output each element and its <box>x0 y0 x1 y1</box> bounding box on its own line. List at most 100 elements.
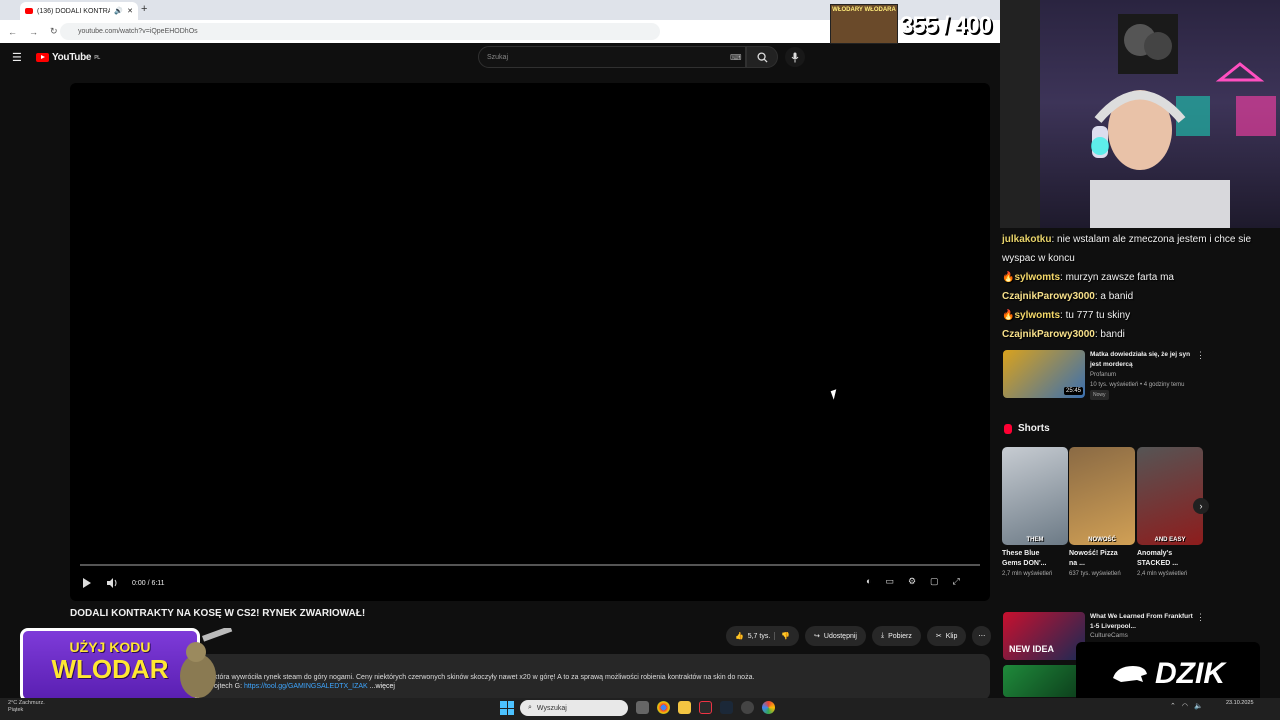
chat-text: murzyn zawsze farta ma <box>1065 272 1174 283</box>
short-title: Nowość! Pizza na ... <box>1069 550 1118 567</box>
clock[interactable]: 23.10.2025 <box>1226 700 1254 707</box>
more-options-icon[interactable]: ⋮ <box>1196 350 1205 361</box>
more-actions-icon[interactable]: ⋯ <box>972 626 992 646</box>
next-arrow-icon[interactable]: › <box>1193 498 1209 514</box>
thumbs-down-icon[interactable]: 👎 <box>774 632 790 640</box>
back-icon[interactable]: ← <box>8 27 17 37</box>
search-input[interactable]: Szukaj <box>478 46 746 68</box>
task-view-icon[interactable] <box>636 701 649 714</box>
chat-message: 🔥sylwomts: tu 777 tu skiny <box>1002 310 1131 321</box>
player-controls: 0:00 / 6:11 <box>80 574 980 592</box>
short-thumbnail[interactable]: AND EASY <box>1137 447 1203 545</box>
short-thumbnail[interactable]: THEM <box>1002 447 1068 545</box>
recommended-video[interactable]: Matka dowiedziała się, że jej syn jest m… <box>1090 350 1195 400</box>
chevron-up-icon[interactable]: ⌃ <box>1170 702 1176 710</box>
chat-overlay: julkakotku: nie wstalam ale zmeczona jes… <box>1002 230 1278 344</box>
reload-icon[interactable]: ↻ <box>50 26 58 37</box>
theater-mode-icon[interactable]: ▢ <box>930 576 939 587</box>
video-player[interactable] <box>70 83 990 601</box>
subtitles-icon[interactable]: ▭ <box>885 576 894 587</box>
clip-label: Klip <box>945 632 958 640</box>
download-button[interactable]: ⤓ Pobierz <box>871 626 921 646</box>
youtube-play-icon <box>36 53 49 62</box>
thumb-text: NEW IDEA <box>1009 644 1054 654</box>
file-explorer-icon[interactable] <box>678 701 691 714</box>
weather-day: Piątek <box>8 707 24 713</box>
counter-image-text: WŁODARY WŁODARA <box>832 7 896 13</box>
shorts-icon <box>1004 423 1012 434</box>
speaker-icon[interactable]: 🔊 <box>114 7 123 15</box>
time-display: 0:00 / 6:11 <box>132 579 165 587</box>
menu-icon[interactable]: ☰ <box>12 51 22 64</box>
app-icon[interactable] <box>699 701 712 714</box>
recommended-video[interactable]: What We Learned From Frankfurt 1-5 Liver… <box>1090 612 1195 641</box>
windows-start-icon[interactable] <box>500 701 514 715</box>
wifi-icon[interactable]: ◠ <box>1182 702 1188 710</box>
short-tag: THEM <box>1026 537 1044 543</box>
forward-icon[interactable]: → <box>29 27 38 37</box>
steam-icon[interactable] <box>720 701 733 714</box>
chat-message: 🔥sylwomts: murzyn zawsze farta ma <box>1002 272 1174 283</box>
new-tab-button[interactable]: + <box>141 3 147 15</box>
short-thumbnail[interactable]: NOWOŚĆ <box>1069 447 1135 545</box>
progress-bar[interactable] <box>80 564 980 566</box>
system-tray: ⌃ ◠ 🔈 <box>1170 702 1203 710</box>
chat-username: sylwomts <box>1014 272 1061 283</box>
chat-text: tu 777 tu skiny <box>1065 310 1131 321</box>
thumbs-up-icon: 👍 <box>735 633 744 640</box>
url-field[interactable]: youtube.com/watch?v=iQpeEHODhOs <box>60 23 660 40</box>
settings-icon[interactable]: ⚙ <box>908 576 916 587</box>
short-views: 2,7 mln wyświetleń <box>1002 571 1053 577</box>
short-info[interactable]: Nowość! Pizza na ... 637 tys. wyświetleń <box>1069 549 1125 579</box>
weather-widget[interactable]: 2°C Zachmurz. Piątek <box>8 700 45 714</box>
video-description[interactable]: która wywróciła rynek steam do góry noga… <box>200 654 990 700</box>
video-thumbnail[interactable] <box>1003 665 1085 697</box>
voice-search-button[interactable] <box>785 47 805 67</box>
chrome-icon[interactable] <box>657 701 670 714</box>
more-options-icon[interactable]: ⋮ <box>1196 612 1205 623</box>
show-more-link[interactable]: ...więcej <box>370 683 395 690</box>
browser-tab[interactable]: (136) DODALI KONTRAKTY 🔊 ✕ <box>20 2 138 20</box>
rec-channel: Profanum <box>1090 372 1117 378</box>
goal-counter: 355 / 400 <box>900 12 992 39</box>
speaker-icon[interactable]: 🔈 <box>1194 702 1203 710</box>
chrome-icon[interactable] <box>762 701 775 714</box>
chat-username: sylwomts <box>1014 310 1061 321</box>
play-icon[interactable] <box>80 577 92 589</box>
search-button[interactable] <box>746 46 778 68</box>
fire-icon: 🔥 <box>1002 272 1015 283</box>
clip-button[interactable]: ✂ Klip <box>926 626 967 646</box>
new-badge: Nowy <box>1090 390 1109 400</box>
volume-icon[interactable] <box>106 577 118 589</box>
short-tag: AND EASY <box>1154 537 1186 543</box>
chat-username: julkakotku <box>1002 234 1052 245</box>
video-thumbnail[interactable]: NEW IDEA <box>1003 612 1085 660</box>
microphone-icon <box>791 52 799 62</box>
app-icon[interactable] <box>741 701 754 714</box>
taskbar-search[interactable]: ⌕ Wyszukaj <box>520 700 628 716</box>
chat-message: CzajnikParowy3000: a banid <box>1002 291 1134 302</box>
streamer-webcam-image <box>1000 0 1276 228</box>
short-info[interactable]: These Blue Gems DON'... 2,7 mln wyświetl… <box>1002 549 1058 579</box>
share-button[interactable]: ↪ Udostępnij <box>805 626 866 646</box>
like-button[interactable]: 👍 5,7 tys. 👎 <box>726 626 800 646</box>
short-views: 2,4 mln wyświetleń <box>1137 571 1188 577</box>
rec-title: What We Learned From Frankfurt 1-5 Liver… <box>1090 613 1193 630</box>
download-label: Pobierz <box>888 632 912 640</box>
fullscreen-icon[interactable]: ⤢ <box>953 576 960 587</box>
download-icon: ⤓ <box>880 632 885 639</box>
autoplay-toggle-icon[interactable]: ◐ <box>866 576 871 587</box>
youtube-logo[interactable]: YouTube PL <box>36 52 100 63</box>
boar-icon <box>1113 666 1147 682</box>
scissors-icon: ✂ <box>935 633 942 640</box>
close-tab-icon[interactable]: ✕ <box>127 7 133 15</box>
dzik-logo: DZIK <box>1076 642 1260 706</box>
tab-title: (136) DODALI KONTRAKTY <box>37 7 111 15</box>
short-info[interactable]: Anomaly's STACKED ... 2,4 mln wyświetleń <box>1137 549 1193 579</box>
dzik-text: DZIK <box>1155 657 1225 690</box>
description-link[interactable]: https://tool.gg/GAMINGSALEDTX_IZAK <box>244 683 368 690</box>
video-duration: 25:45 <box>1064 387 1084 395</box>
chat-message: julkakotku: nie wstalam ale zmeczona jes… <box>1002 234 1252 264</box>
keyboard-icon[interactable]: ⌨ <box>730 53 742 62</box>
youtube-favicon-icon <box>25 8 33 14</box>
